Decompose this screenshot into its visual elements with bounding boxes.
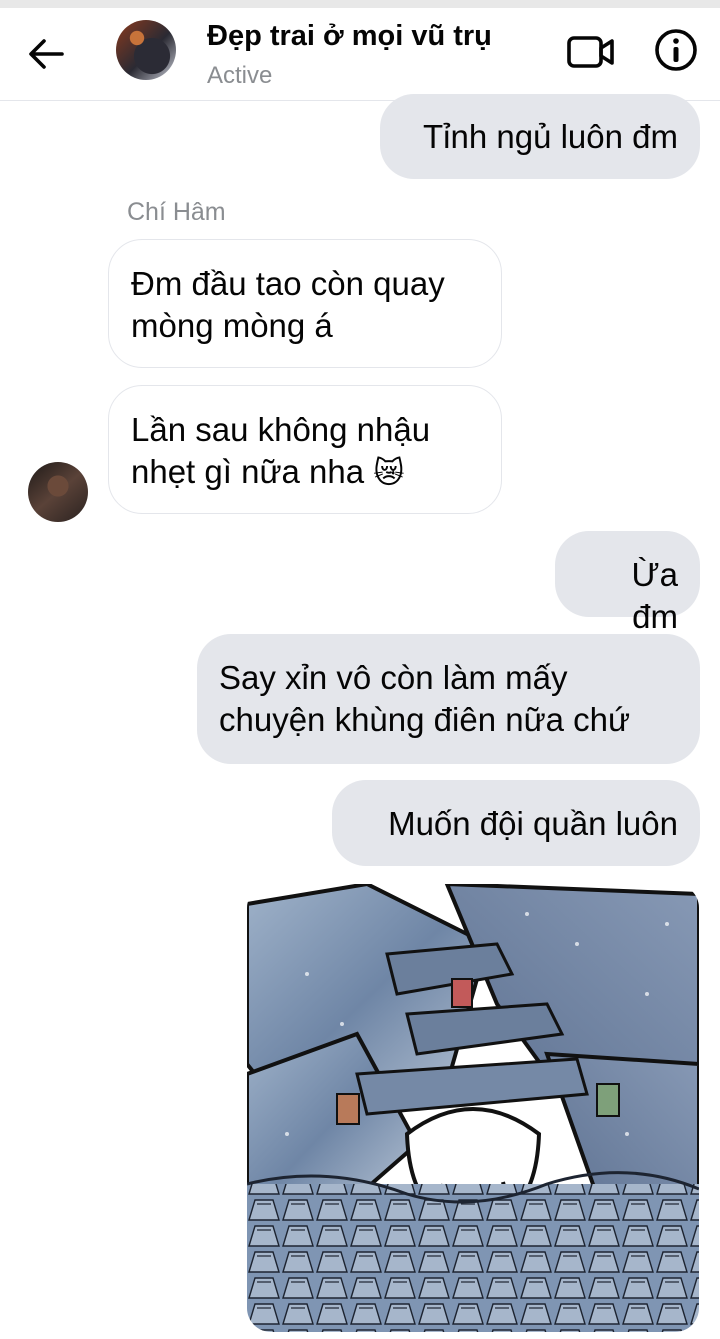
contact-status: Active — [207, 62, 273, 89]
message-bubble-outgoing[interactable]: Muốn đội quần luôn — [332, 780, 700, 866]
message-bubble-incoming[interactable]: Đm đầu tao còn quay mòng mòng á — [108, 239, 502, 368]
sender-name: Chí Hâm — [127, 198, 226, 226]
chat-header: Đẹp trai ở mọi vũ trụ Active — [0, 8, 720, 101]
crying-cat-emoji: 😿 — [373, 456, 405, 491]
message-line: Đm đầu tao còn quay — [131, 265, 445, 302]
message-text: Ừa đm — [631, 556, 678, 635]
status-bar-strip — [0, 0, 720, 8]
message-line: nhẹt gì nữa nha — [131, 453, 365, 490]
message-line: mòng mòng á — [131, 307, 333, 344]
arrow-left-icon[interactable] — [26, 36, 66, 72]
video-camera-icon[interactable] — [566, 32, 616, 72]
message-bubble-outgoing[interactable]: Tỉnh ngủ luôn đm — [380, 94, 700, 179]
message-bubble-outgoing[interactable]: Say xỉn vô còn làm mấy chuyện khùng điên… — [197, 634, 700, 764]
message-text: Muốn đội quần luôn — [388, 805, 678, 842]
message-line: Lần sau không nhậu — [131, 411, 431, 448]
message-text: Tỉnh ngủ luôn đm — [423, 118, 678, 155]
jeans-pile-meme-sticker[interactable] — [247, 884, 699, 1332]
message-bubble-incoming[interactable]: Lần sau không nhậu nhẹt gì nữa nha 😿 — [108, 385, 502, 514]
jeans-pile-illustration — [247, 884, 699, 1332]
message-bubble-outgoing[interactable]: Ừa đm — [555, 531, 700, 635]
message-line: Say xỉn vô còn làm mấy — [219, 659, 568, 696]
info-icon[interactable] — [654, 28, 698, 72]
sender-avatar[interactable] — [28, 462, 88, 522]
message-line-with-emoji: nhẹt gì nữa nha 😿 — [131, 451, 479, 495]
message-line: chuyện khùng điên nữa chứ — [219, 701, 631, 738]
contact-name[interactable]: Đẹp trai ở mọi vũ trụ — [207, 20, 492, 53]
contact-avatar[interactable] — [116, 20, 176, 80]
